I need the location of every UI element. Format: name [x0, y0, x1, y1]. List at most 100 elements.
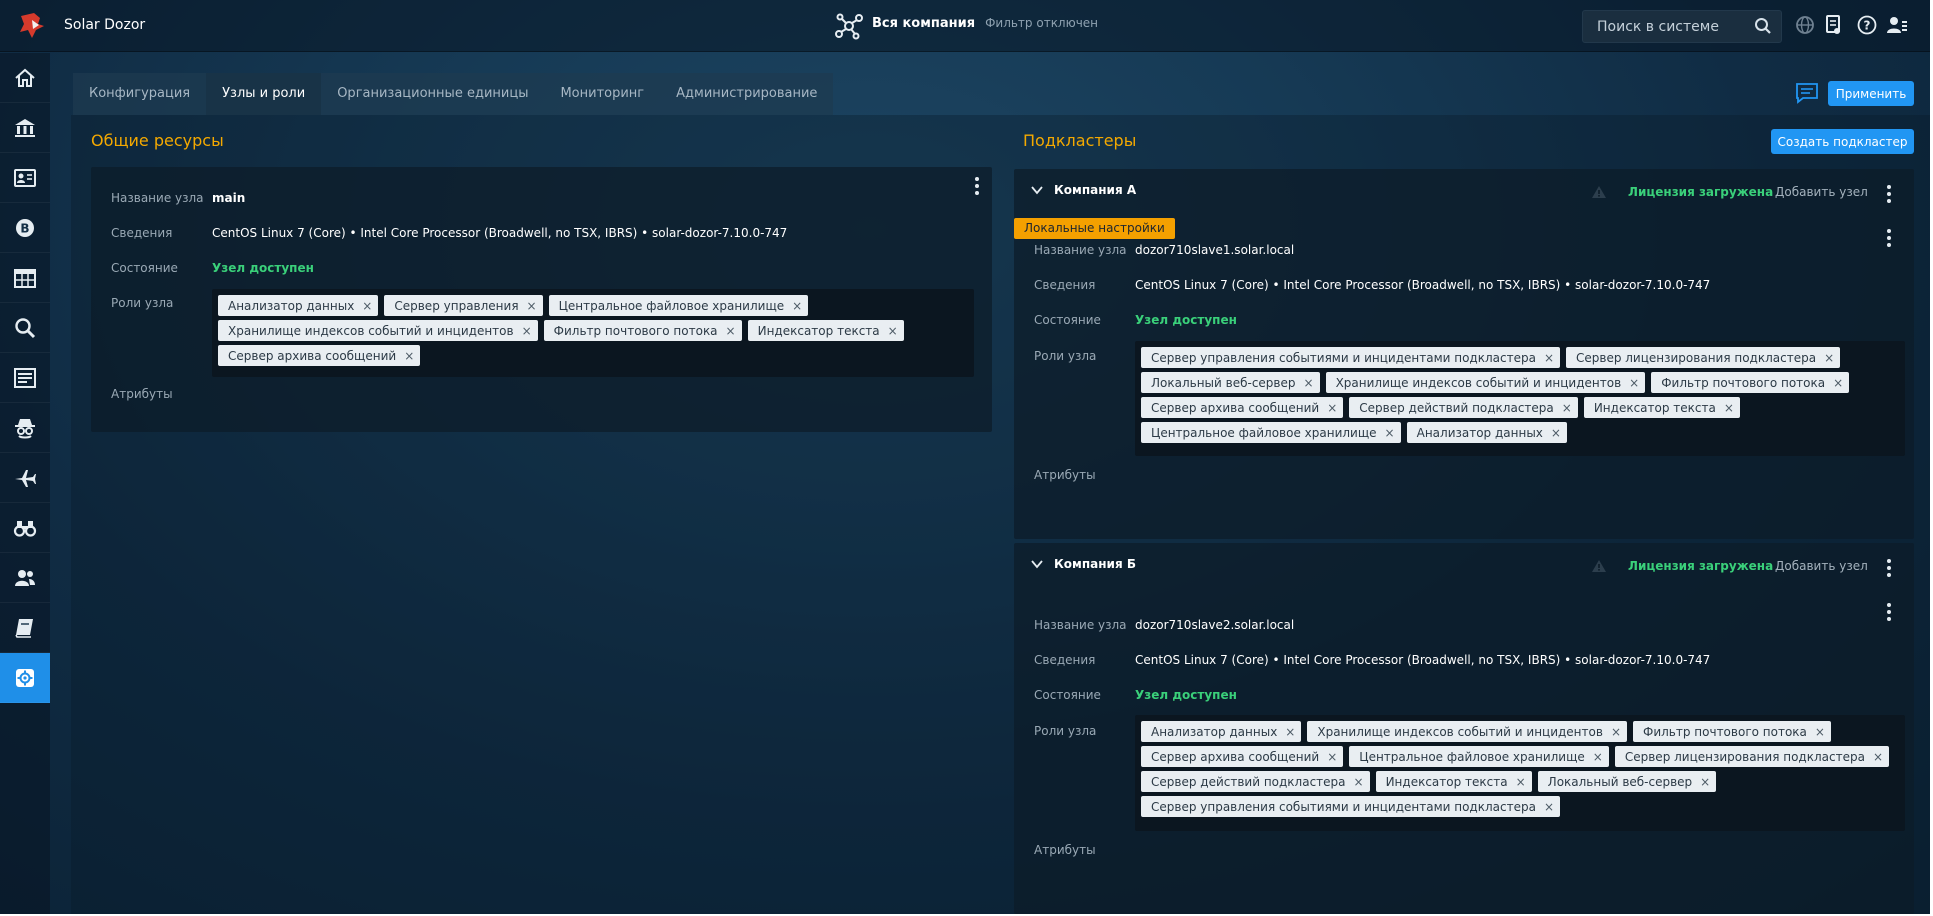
node-state-label: Состояние	[111, 261, 178, 275]
more-vert-icon[interactable]	[1886, 602, 1892, 622]
node-state-value: Узел доступен	[1135, 688, 1237, 702]
remove-role-icon[interactable]: ×	[1516, 775, 1526, 789]
subcluster-header-a[interactable]: Компания А	[1030, 183, 1136, 197]
remove-role-icon[interactable]: ×	[1629, 376, 1639, 390]
sidebar-item-search[interactable]	[0, 303, 50, 353]
remove-role-icon[interactable]: ×	[1815, 725, 1825, 739]
node-roles-label: Роли узла	[1034, 349, 1097, 363]
more-vert-icon[interactable]	[1886, 184, 1892, 204]
create-subcluster-button[interactable]: Создать подкластер	[1771, 129, 1914, 154]
remove-role-icon[interactable]: ×	[527, 299, 537, 313]
remove-role-icon[interactable]: ×	[1304, 376, 1314, 390]
sidebar-item-book[interactable]	[0, 603, 50, 653]
role-chip-label: Хранилище индексов событий и инцидентов	[1317, 724, 1603, 739]
remove-role-icon[interactable]: ×	[1544, 351, 1554, 365]
role-chip-label: Анализатор данных	[1416, 425, 1543, 440]
role-chip-label: Сервер управления событиями и инцидентам…	[1151, 350, 1536, 365]
tab-org-units[interactable]: Организационные единицы	[321, 73, 544, 115]
node-attrs-label: Атрибуты	[1034, 843, 1096, 857]
sidebar-item-settings[interactable]	[0, 653, 50, 703]
airplane-icon	[15, 469, 36, 487]
node-roles-list[interactable]: Сервер управления событиями и инцидентам…	[1135, 341, 1905, 456]
sidebar-item-home[interactable]	[0, 53, 50, 103]
role-chip: Локальный веб-сервер ×	[1141, 372, 1320, 393]
sidebar-item-bank[interactable]	[0, 103, 50, 153]
role-chip: Центральное файловое хранилище ×	[548, 295, 809, 316]
remove-role-icon[interactable]: ×	[1385, 426, 1395, 440]
remove-role-icon[interactable]: ×	[888, 324, 898, 338]
binoculars-icon	[13, 520, 37, 537]
role-chip-label: Индексатор текста	[1593, 400, 1716, 415]
node-roles-list[interactable]: Анализатор данных × Сервер управления × Це…	[212, 289, 974, 377]
remove-role-icon[interactable]: ×	[1327, 401, 1337, 415]
remove-role-icon[interactable]: ×	[362, 299, 372, 313]
scope-selector[interactable]: Вся компания Фильтр отключен	[834, 12, 1098, 40]
role-chip-label: Центральное файловое хранилище	[1151, 425, 1377, 440]
node-info-label: Сведения	[1034, 653, 1096, 667]
remove-role-icon[interactable]: ×	[1593, 750, 1603, 764]
chevron-down-icon[interactable]	[1030, 183, 1044, 197]
comment-icon[interactable]	[1795, 82, 1819, 104]
search-icon[interactable]	[1754, 17, 1772, 35]
sidebar-item-person-card[interactable]	[0, 153, 50, 203]
book-icon	[15, 618, 33, 638]
apply-button[interactable]: Применить	[1828, 81, 1914, 106]
node-name-value: dozor710slave2.solar.local	[1135, 618, 1295, 632]
remove-role-icon[interactable]: ×	[1285, 725, 1295, 739]
role-chip-label: Индексатор текста	[1385, 774, 1508, 789]
tab-monitoring[interactable]: Мониторинг	[544, 73, 660, 115]
role-chip-label: Индексатор текста	[757, 323, 880, 338]
add-node-link[interactable]: Добавить узел	[1775, 559, 1868, 573]
remove-role-icon[interactable]: ×	[404, 349, 414, 363]
sidebar-item-list[interactable]	[0, 353, 50, 403]
remove-role-icon[interactable]: ×	[522, 324, 532, 338]
remove-role-icon[interactable]: ×	[726, 324, 736, 338]
remove-role-icon[interactable]: ×	[1611, 725, 1621, 739]
node-name-label: Название узла	[1034, 618, 1127, 632]
sidebar-item-airplane[interactable]	[0, 453, 50, 503]
tab-bar: Конфигурация Узлы и роли Организационные…	[73, 73, 834, 115]
remove-role-icon[interactable]: ×	[1354, 775, 1364, 789]
remove-role-icon[interactable]: ×	[1551, 426, 1561, 440]
role-chip: Сервер управления событиями и инцидентам…	[1141, 796, 1560, 817]
more-vert-icon[interactable]	[1886, 558, 1892, 578]
chevron-down-icon[interactable]	[1030, 557, 1044, 571]
document-icon[interactable]	[1822, 14, 1844, 36]
sidebar-item-users[interactable]	[0, 553, 50, 603]
node-roles-list[interactable]: Анализатор данных × Хранилище индексов со…	[1135, 715, 1905, 831]
app-logo-icon[interactable]	[14, 10, 48, 42]
remove-role-icon[interactable]: ×	[792, 299, 802, 313]
more-vert-icon[interactable]	[1886, 228, 1892, 248]
remove-role-icon[interactable]: ×	[1724, 401, 1734, 415]
role-chip-label: Фильтр почтового потока	[553, 323, 718, 338]
remove-role-icon[interactable]: ×	[1824, 351, 1834, 365]
remove-role-icon[interactable]: ×	[1327, 750, 1337, 764]
remove-role-icon[interactable]: ×	[1873, 750, 1883, 764]
remove-role-icon[interactable]: ×	[1833, 376, 1843, 390]
sidebar-item-calendar[interactable]	[0, 253, 50, 303]
subcluster-header-b[interactable]: Компания Б	[1030, 557, 1136, 571]
add-node-link[interactable]: Добавить узел	[1775, 185, 1868, 199]
app-root: Solar Dozor Вся компания Фильтр отключен…	[0, 0, 1933, 916]
tab-nodes-and-roles[interactable]: Узлы и роли	[206, 73, 322, 115]
sidebar-item-binoculars[interactable]	[0, 503, 50, 553]
sidebar-item-spy[interactable]	[0, 403, 50, 453]
role-chip-label: Сервер действий подкластера	[1151, 774, 1346, 789]
role-chip: Фильтр почтового потока ×	[1633, 721, 1831, 742]
svg-text:B: B	[20, 221, 29, 235]
search-input[interactable]: Поиск в системе	[1582, 10, 1782, 43]
role-chip: Хранилище индексов событий и инцидентов ×	[1325, 372, 1646, 393]
remove-role-icon[interactable]: ×	[1562, 401, 1572, 415]
tab-configuration[interactable]: Конфигурация	[73, 73, 206, 115]
help-icon[interactable]: ?	[1856, 14, 1878, 36]
remove-role-icon[interactable]: ×	[1544, 800, 1554, 814]
role-chip: Сервер лицензирования подкластера ×	[1566, 347, 1841, 368]
globe-icon[interactable]	[1794, 14, 1816, 36]
node-name-label: Название узла	[111, 191, 204, 205]
sidebar-item-bitcoin[interactable]: B	[0, 203, 50, 253]
node-roles-label: Роли узла	[1034, 724, 1097, 738]
remove-role-icon[interactable]: ×	[1700, 775, 1710, 789]
more-vert-icon[interactable]	[974, 176, 980, 196]
user-settings-icon[interactable]	[1886, 14, 1908, 36]
tab-administration[interactable]: Администрирование	[660, 73, 833, 115]
